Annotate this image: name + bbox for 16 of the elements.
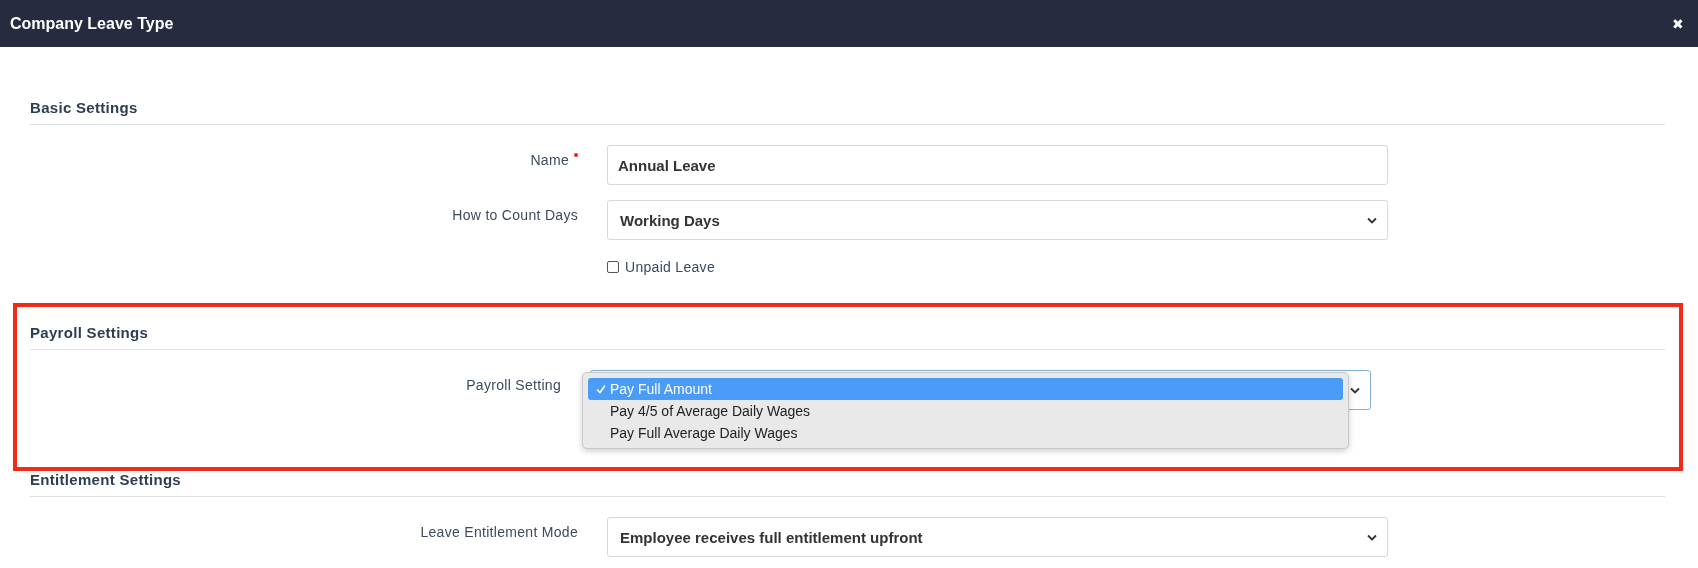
menu-option[interactable]: Pay Full Average Daily Wages	[588, 422, 1343, 444]
field-label: How to Count Days	[452, 207, 578, 223]
select-field[interactable]: Working Days	[607, 200, 1388, 240]
section-title: Entitlement Settings	[30, 471, 1665, 497]
field-label: Leave Entitlement Mode	[420, 524, 578, 540]
close-button[interactable]: ✖	[1668, 15, 1688, 32]
section-title: Basic Settings	[30, 99, 1665, 125]
section-title: Payroll Settings	[30, 324, 1665, 350]
name-field[interactable]: Annual Leave	[607, 145, 1388, 185]
select-field[interactable]: Employee receives full entitlement upfront	[607, 517, 1388, 557]
menu-option[interactable]: Pay 4/5 of Average Daily Wages	[588, 400, 1343, 422]
checkbox-option[interactable]: Unpaid Leave	[607, 259, 715, 275]
checkbox-label: Unpaid Leave	[625, 259, 715, 275]
field-label: Name	[530, 152, 569, 168]
field-label: Payroll Setting	[466, 377, 561, 393]
window-title: Company Leave Type	[10, 14, 174, 33]
